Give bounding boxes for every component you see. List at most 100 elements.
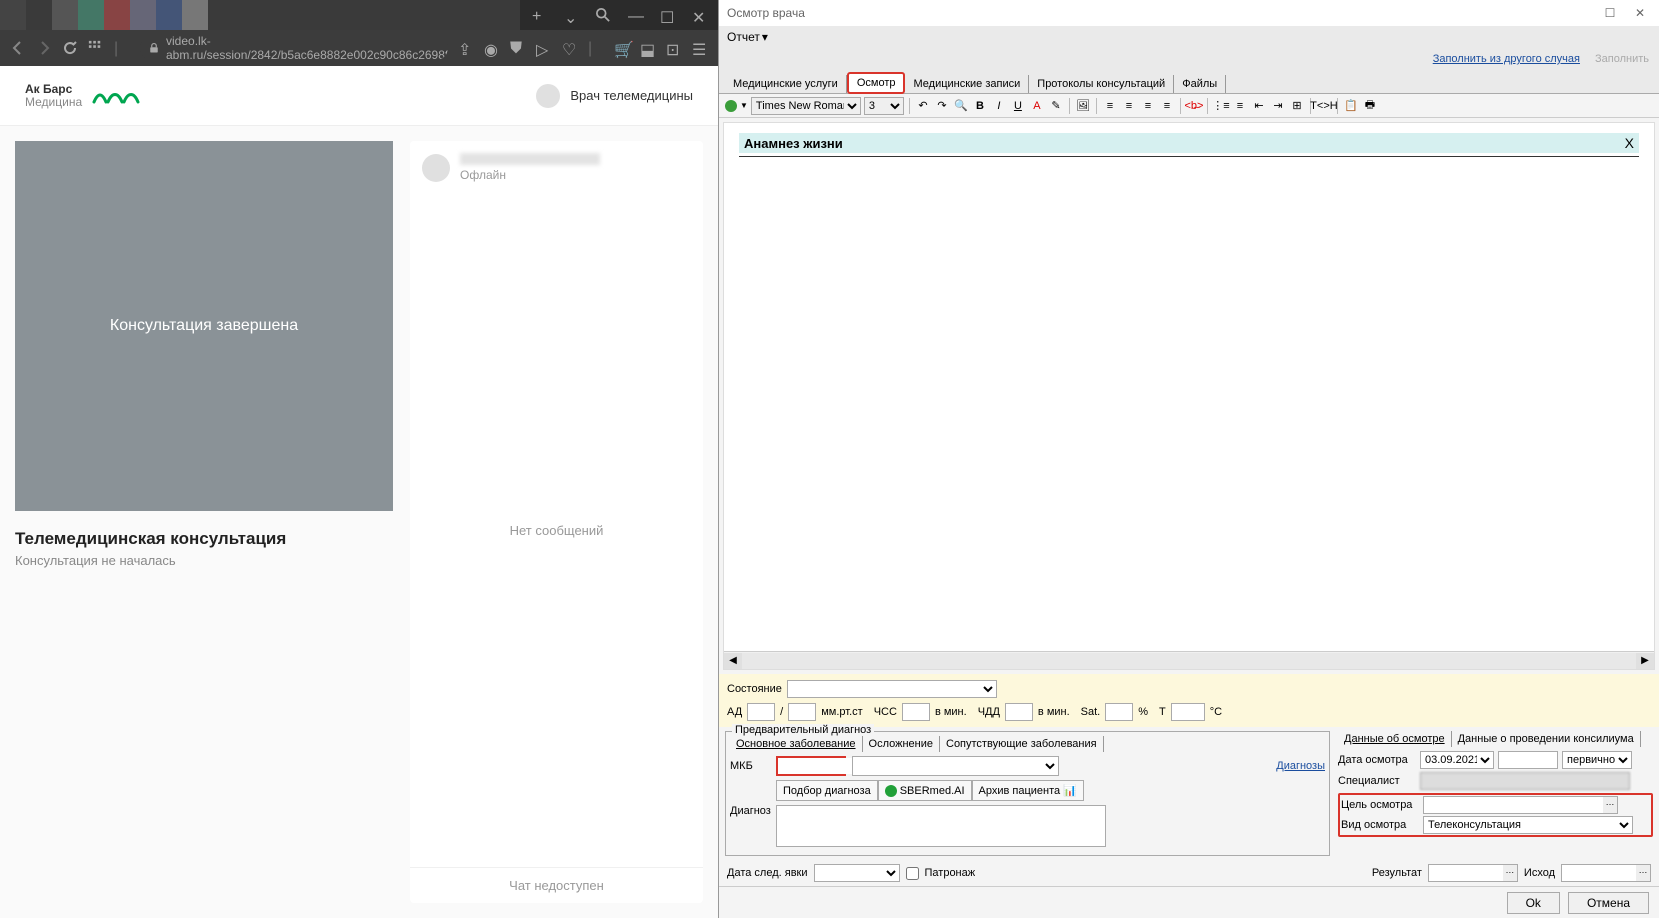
tab-exam[interactable]: Осмотр bbox=[847, 72, 906, 94]
close-icon[interactable]: ✕ bbox=[692, 8, 706, 22]
align-center-icon[interactable]: ≡ bbox=[1121, 98, 1137, 114]
image-icon[interactable]: 🖼 bbox=[1075, 98, 1091, 114]
scroll-right-icon[interactable]: ▶ bbox=[1636, 653, 1654, 669]
forward-icon[interactable] bbox=[36, 40, 52, 56]
diag-tab-compl[interactable]: Осложнение bbox=[863, 736, 940, 752]
status-dot-icon[interactable] bbox=[725, 100, 737, 112]
chdd-unit: в мин. bbox=[1038, 706, 1070, 718]
logo[interactable]: Ак Барс Медицина bbox=[25, 83, 142, 109]
chevron-down-icon[interactable]: ▼ bbox=[740, 101, 748, 110]
diagnoses-link[interactable]: Диагнозы bbox=[1276, 760, 1325, 772]
tab-med-services[interactable]: Медицинские услуги bbox=[725, 75, 847, 93]
diagnosis-textarea[interactable] bbox=[776, 805, 1106, 847]
shield-icon[interactable]: ⛊ bbox=[510, 40, 526, 56]
align-right-icon[interactable]: ≡ bbox=[1140, 98, 1156, 114]
exam-date-select[interactable]: 03.09.2021 bbox=[1420, 751, 1494, 769]
outcome-field[interactable]: … bbox=[1561, 864, 1651, 882]
indent-icon[interactable]: ⇥ bbox=[1270, 98, 1286, 114]
extensions-icon[interactable]: ⊡ bbox=[666, 40, 682, 56]
state-select[interactable] bbox=[787, 680, 997, 698]
horizontal-scrollbar[interactable]: ◀ ▶ bbox=[724, 651, 1654, 669]
list-number-icon[interactable]: ≡ bbox=[1232, 98, 1248, 114]
ad-sys-input[interactable] bbox=[747, 703, 775, 721]
tab-files[interactable]: Файлы bbox=[1174, 75, 1226, 93]
binoculars-icon[interactable]: 🔍 bbox=[953, 98, 969, 114]
back-icon[interactable] bbox=[10, 40, 26, 56]
fill-from-link[interactable]: Заполнить из другого случая bbox=[1433, 53, 1580, 65]
fontsize-select[interactable]: 3 bbox=[864, 97, 904, 115]
paste-icon[interactable]: 📋 bbox=[1343, 98, 1359, 114]
download-icon[interactable]: ⬓ bbox=[640, 40, 656, 56]
text-tool-icon[interactable]: T<>H bbox=[1316, 98, 1332, 114]
scroll-left-icon[interactable]: ◀ bbox=[724, 653, 742, 669]
cancel-button[interactable]: Отмена bbox=[1568, 892, 1649, 914]
lookup-icon[interactable]: … bbox=[1603, 797, 1617, 813]
print-icon[interactable]: 🖶 bbox=[1362, 98, 1378, 114]
mkb-dropdown[interactable] bbox=[852, 756, 1059, 776]
report-menu[interactable]: Отчет ▾ bbox=[727, 30, 768, 44]
play-icon[interactable]: ▷ bbox=[536, 40, 552, 56]
chss-input[interactable] bbox=[902, 703, 930, 721]
sat-input[interactable] bbox=[1105, 703, 1133, 721]
outdent-icon[interactable]: ⇤ bbox=[1251, 98, 1267, 114]
exam-data-tab[interactable]: Данные об осмотре bbox=[1338, 731, 1452, 747]
lookup-icon[interactable]: … bbox=[1503, 865, 1517, 881]
exam-goal-field[interactable]: … bbox=[1423, 796, 1618, 814]
url-field[interactable]: video.lk-abm.ru/session/2842/b5ac6e8882e… bbox=[140, 36, 448, 60]
diag-label: Диагноз bbox=[730, 805, 770, 817]
highlight-icon[interactable]: ✎ bbox=[1048, 98, 1064, 114]
sbermed-button[interactable]: SBERmed.AI bbox=[878, 780, 972, 801]
reload-icon[interactable] bbox=[62, 40, 78, 56]
win-maximize-icon[interactable]: ☐ bbox=[1599, 4, 1621, 22]
menu-icon[interactable]: ☰ bbox=[692, 40, 708, 56]
t-input[interactable] bbox=[1171, 703, 1205, 721]
diag-tab-main[interactable]: Основное заболевание bbox=[730, 736, 863, 752]
minimize-icon[interactable]: — bbox=[628, 8, 642, 22]
ok-button[interactable]: Ok bbox=[1507, 892, 1560, 914]
win-close-icon[interactable]: ✕ bbox=[1629, 4, 1651, 22]
specialist-field-blurred[interactable] bbox=[1420, 772, 1630, 790]
table-icon[interactable]: ⊞ bbox=[1289, 98, 1305, 114]
dropdown-icon[interactable]: ⌄ bbox=[564, 8, 578, 22]
list-bullet-icon[interactable]: ⋮≡ bbox=[1213, 98, 1229, 114]
undo-icon[interactable]: ↶ bbox=[915, 98, 931, 114]
strike-icon[interactable]: <b̶> bbox=[1186, 98, 1202, 114]
chdd-input[interactable] bbox=[1005, 703, 1033, 721]
result-field[interactable]: … bbox=[1428, 864, 1518, 882]
tab-med-records[interactable]: Медицинские записи bbox=[905, 75, 1029, 93]
lookup-icon[interactable]: … bbox=[1636, 865, 1650, 881]
user-badge[interactable]: Врач телемедицины bbox=[536, 84, 693, 108]
align-left-icon[interactable]: ≡ bbox=[1102, 98, 1118, 114]
consilium-tab[interactable]: Данные о проведении консилиума bbox=[1452, 731, 1641, 747]
archive-button[interactable]: Архив пациента📊 bbox=[972, 780, 1084, 801]
pick-diagnosis-button[interactable]: Подбор диагноза bbox=[776, 780, 878, 801]
redo-icon[interactable]: ↷ bbox=[934, 98, 950, 114]
align-justify-icon[interactable]: ≡ bbox=[1159, 98, 1175, 114]
chss-label: ЧСС bbox=[874, 706, 897, 718]
tab-protocols[interactable]: Протоколы консультаций bbox=[1029, 75, 1174, 93]
font-color-icon[interactable]: A bbox=[1029, 98, 1045, 114]
editor-area[interactable]: Анамнез жизни X ◀ ▶ bbox=[723, 122, 1655, 670]
exam-time-input[interactable] bbox=[1498, 751, 1558, 769]
maximize-icon[interactable]: ☐ bbox=[660, 8, 674, 22]
font-select[interactable]: Times New Roman bbox=[751, 97, 861, 115]
underline-icon[interactable]: U bbox=[1010, 98, 1026, 114]
search-icon[interactable] bbox=[596, 8, 610, 22]
new-tab-icon[interactable]: + bbox=[532, 8, 546, 22]
camera-icon[interactable]: ◉ bbox=[484, 40, 500, 56]
exam-type-select[interactable]: Телеконсультация bbox=[1423, 816, 1633, 834]
cart-icon[interactable]: 🛒 bbox=[614, 40, 630, 56]
section-close-icon[interactable]: X bbox=[1625, 135, 1634, 151]
browser-tabs[interactable] bbox=[0, 0, 520, 30]
diag-tab-accomp[interactable]: Сопутствующие заболевания bbox=[940, 736, 1104, 752]
patronage-checkbox[interactable] bbox=[906, 867, 919, 880]
mkb-field[interactable]: … bbox=[776, 756, 846, 776]
share-icon[interactable]: ⇪ bbox=[458, 40, 474, 56]
exam-primary-select[interactable]: первичное bbox=[1562, 751, 1632, 769]
ad-dia-input[interactable] bbox=[788, 703, 816, 721]
heart-icon[interactable]: ♡ bbox=[562, 40, 578, 56]
apps-icon[interactable] bbox=[88, 40, 104, 56]
next-visit-select[interactable] bbox=[814, 864, 900, 882]
bold-icon[interactable]: B bbox=[972, 98, 988, 114]
italic-icon[interactable]: I bbox=[991, 98, 1007, 114]
